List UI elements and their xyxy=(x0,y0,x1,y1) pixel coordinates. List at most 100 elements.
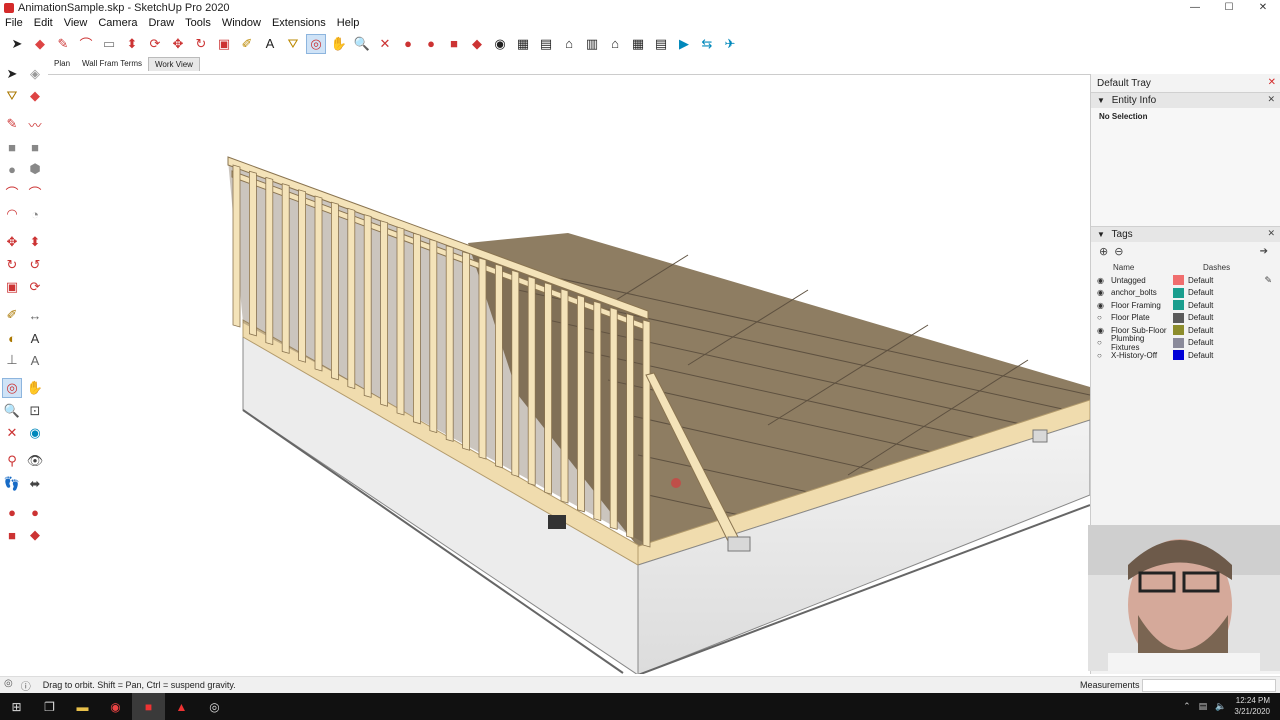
tags-collapse-icon[interactable]: ▼ xyxy=(1097,230,1105,239)
start-windows-icon[interactable]: ⊞ xyxy=(0,693,33,720)
offset-tool-icon[interactable]: ⟳ xyxy=(145,34,165,54)
model-viewport[interactable] xyxy=(48,74,1090,674)
orbit-tool-icon[interactable]: ◎ xyxy=(306,33,326,54)
tag-color-swatch[interactable] xyxy=(1173,275,1184,286)
select-icon[interactable]: ➤ xyxy=(2,64,22,84)
ruby-icon[interactable]: ◆ xyxy=(467,34,487,54)
tag-dashes[interactable]: Default xyxy=(1188,288,1213,297)
eye-visible-icon[interactable]: ◉ xyxy=(1097,276,1111,285)
entity-info-close-icon[interactable]: ✕ xyxy=(1267,94,1275,105)
eraser-icon[interactable]: ◆ xyxy=(25,86,45,106)
section-plane-icon[interactable]: ⬌ xyxy=(25,474,45,494)
layout-taskbar-icon[interactable]: ▲ xyxy=(165,693,198,720)
tag-dashes[interactable]: Default xyxy=(1188,276,1213,285)
right-view-icon[interactable]: ▥ xyxy=(582,34,602,54)
tags-header[interactable]: ▼ Tags ✕ xyxy=(1091,226,1280,242)
eye-visible-icon[interactable]: ◉ xyxy=(1097,301,1111,310)
entity-info-header[interactable]: ▼ Entity Info ✕ xyxy=(1091,92,1280,108)
menu-edit[interactable]: Edit xyxy=(34,17,53,29)
menu-tools[interactable]: Tools xyxy=(185,17,211,29)
ext-left-icon[interactable]: ■ xyxy=(2,525,22,545)
previous-view-icon[interactable]: ◉ xyxy=(25,423,45,443)
select-tool-icon[interactable]: ➤ xyxy=(7,34,27,54)
ruby-left-icon[interactable]: ◆ xyxy=(25,525,45,545)
tray-close-icon[interactable]: ✕ xyxy=(1268,77,1276,88)
line-tool-icon[interactable]: ✎ xyxy=(53,34,73,54)
tag-row[interactable]: ◉ Floor Framing Default xyxy=(1091,299,1280,312)
scene-tab-wall-fram-terms[interactable]: Wall Fram Terms xyxy=(76,57,148,71)
file-explorer-icon[interactable]: ▬ xyxy=(66,693,99,720)
collapse-triangle-icon[interactable]: ▼ xyxy=(1097,96,1105,105)
tray-chevron-icon[interactable]: ⌃ xyxy=(1183,701,1191,712)
zoom-extents-left-icon[interactable]: ✕ xyxy=(2,423,22,443)
two-point-arc-icon[interactable]: ⌒ xyxy=(25,182,45,202)
eye-hidden-icon[interactable]: ○ xyxy=(1097,313,1111,322)
maximize-button[interactable]: ☐ xyxy=(1212,0,1246,15)
left-view-icon[interactable]: ▦ xyxy=(628,34,648,54)
offset-icon[interactable]: ⟳ xyxy=(25,277,45,297)
obs-icon[interactable]: ◎ xyxy=(198,693,231,720)
menu-camera[interactable]: Camera xyxy=(98,17,137,29)
arc-tool-icon[interactable]: ⌒ xyxy=(76,34,96,54)
circle-icon[interactable]: ● xyxy=(2,159,22,179)
rotate-tool-icon[interactable]: ↻ xyxy=(191,34,211,54)
walk-icon[interactable]: 👣 xyxy=(2,474,22,494)
front-view-icon[interactable]: ⌂ xyxy=(559,34,579,54)
line-icon[interactable]: ✎ xyxy=(2,114,22,134)
tag-color-swatch[interactable] xyxy=(1173,312,1184,323)
pan-tool-icon[interactable]: ✋ xyxy=(329,34,349,54)
tag-color-swatch[interactable] xyxy=(1173,300,1184,311)
3d-text-icon[interactable]: A xyxy=(25,350,45,370)
network-icon[interactable]: ▤ xyxy=(1199,701,1208,712)
user-account-icon[interactable]: ◉ xyxy=(490,34,510,54)
tag-row[interactable]: ○ X-History-Off Default xyxy=(1091,349,1280,362)
menu-extensions[interactable]: Extensions xyxy=(272,17,326,29)
component-icon[interactable]: ◈ xyxy=(25,64,45,84)
tag-dashes[interactable]: Default xyxy=(1188,301,1213,310)
geo-location-icon[interactable]: ◎ xyxy=(4,678,13,693)
tags-close-icon[interactable]: ✕ xyxy=(1267,228,1275,239)
position-camera-icon[interactable]: ⚲ xyxy=(2,451,22,471)
scene-arrows-icon[interactable]: ⇆ xyxy=(697,34,717,54)
move-icon[interactable]: ✥ xyxy=(2,232,22,252)
eraser-tool-icon[interactable]: ◆ xyxy=(30,34,50,54)
pie-icon[interactable]: ◔ xyxy=(25,204,45,224)
animation-icon[interactable]: ▤ xyxy=(651,34,671,54)
tag-color-swatch[interactable] xyxy=(1173,337,1184,348)
chrome-icon[interactable]: ◉ xyxy=(99,693,132,720)
eye-visible-icon[interactable]: ◉ xyxy=(1097,326,1111,335)
scene-play-icon[interactable]: ▶ xyxy=(674,34,694,54)
rect-icon[interactable]: ■ xyxy=(2,137,22,157)
axes-icon[interactable]: ⊥ xyxy=(2,350,22,370)
details-arrow-icon[interactable]: ➔ xyxy=(1260,246,1268,257)
push-pull-icon[interactable]: ⬍ xyxy=(25,232,45,252)
measurements-input[interactable] xyxy=(1142,679,1276,692)
share-left-icon[interactable]: ● xyxy=(25,502,45,522)
tag-dashes[interactable]: Default xyxy=(1188,313,1213,322)
tag-row[interactable]: ○ Floor Plate Default xyxy=(1091,312,1280,325)
volume-icon[interactable]: 🔈 xyxy=(1215,701,1226,712)
text-icon[interactable]: A xyxy=(25,328,45,348)
tag-color-swatch[interactable] xyxy=(1173,287,1184,298)
paint-icon[interactable]: ⛛ xyxy=(2,86,22,106)
tape-measure-icon[interactable]: ✐ xyxy=(237,34,257,54)
eye-visible-icon[interactable]: ◉ xyxy=(1097,288,1111,297)
protractor-icon[interactable]: ◐ xyxy=(2,328,22,348)
tag-row[interactable]: ◉ anchor_bolts Default xyxy=(1091,287,1280,300)
task-view-icon[interactable]: ❐ xyxy=(33,693,66,720)
menu-window[interactable]: Window xyxy=(222,17,261,29)
dimension-icon[interactable]: ↔ xyxy=(25,305,45,325)
delete-tag-icon[interactable]: ⊖ xyxy=(1114,245,1123,258)
tape-icon[interactable]: ✐ xyxy=(2,305,22,325)
zoom-window-icon[interactable]: ⊡ xyxy=(25,401,45,421)
move-tool-icon[interactable]: ✥ xyxy=(168,34,188,54)
scene-tab-work-view[interactable]: Work View xyxy=(148,57,200,71)
back-view-icon[interactable]: ⌂ xyxy=(605,34,625,54)
paint-bucket-icon[interactable]: ⛛ xyxy=(283,34,303,54)
system-clock[interactable]: 12:24 PM 3/21/2020 xyxy=(1234,695,1270,717)
tag-row[interactable]: ○ Plumbing Fixtures Default xyxy=(1091,334,1280,352)
tag-color-swatch[interactable] xyxy=(1173,325,1184,336)
scene-tab-plan[interactable]: Plan xyxy=(48,57,76,71)
scale-icon[interactable]: ▣ xyxy=(2,277,22,297)
rotated-rect-icon[interactable]: ■ xyxy=(25,137,45,157)
